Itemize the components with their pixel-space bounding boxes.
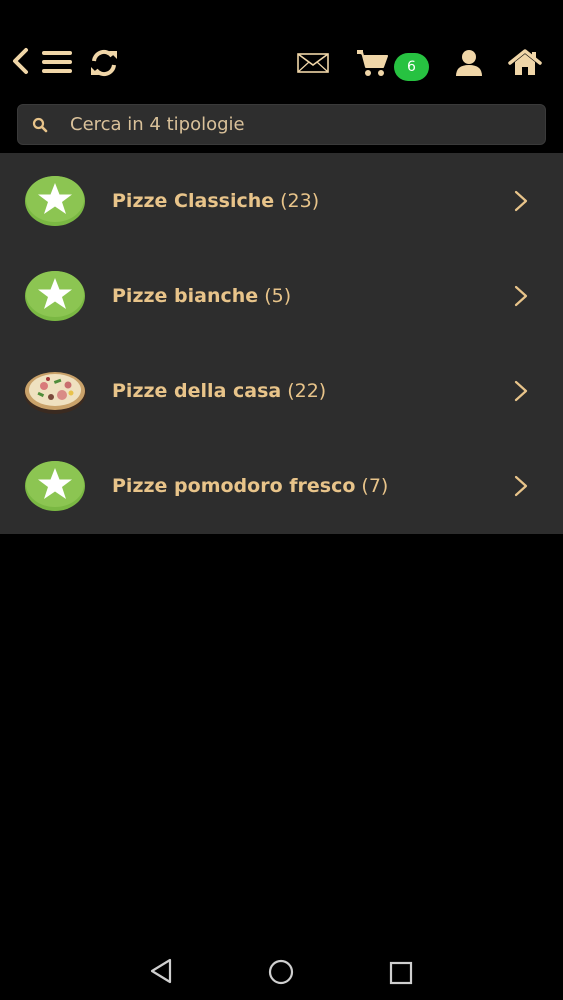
nav-home-icon[interactable]	[268, 959, 294, 989]
star-icon	[24, 270, 86, 322]
category-row-pizze-pomodoro-fresco[interactable]: Pizze pomodoro fresco (7)	[0, 438, 563, 533]
category-count: (5)	[264, 284, 292, 307]
category-row-pizze-della-casa[interactable]: Pizze della casa (22)	[0, 343, 563, 438]
category-count: (7)	[361, 474, 389, 497]
home-icon[interactable]	[508, 48, 542, 78]
star-icon	[24, 175, 86, 227]
mail-icon[interactable]	[296, 52, 330, 74]
chevron-right-icon	[513, 285, 529, 307]
nav-recents-icon[interactable]	[389, 961, 413, 989]
category-row-pizze-classiche[interactable]: Pizze Classiche (23)	[0, 153, 563, 248]
cart-count-badge: 6	[394, 53, 429, 81]
system-nav-bar	[0, 940, 563, 1000]
nav-back-icon[interactable]	[149, 958, 173, 988]
category-label: Pizze Classiche (23)	[112, 189, 320, 212]
category-list: Pizze Classiche (23) Pizze bianche (5) P…	[0, 153, 563, 534]
pizza-photo	[24, 365, 86, 417]
category-label: Pizze della casa (22)	[112, 379, 327, 402]
search-field[interactable]: Cerca in 4 tipologie	[17, 104, 546, 145]
category-count: (23)	[280, 189, 320, 212]
menu-icon[interactable]	[41, 48, 73, 76]
star-icon	[24, 460, 86, 512]
top-bar: 6	[0, 0, 563, 100]
cart-icon[interactable]	[355, 48, 389, 78]
category-label: Pizze pomodoro fresco (7)	[112, 474, 389, 497]
search-icon	[32, 117, 48, 133]
refresh-icon[interactable]	[88, 47, 120, 79]
category-row-pizze-bianche[interactable]: Pizze bianche (5)	[0, 248, 563, 343]
category-count: (22)	[287, 379, 327, 402]
user-icon[interactable]	[454, 48, 484, 78]
chevron-right-icon	[513, 380, 529, 402]
category-label: Pizze bianche (5)	[112, 284, 292, 307]
search-placeholder: Cerca in 4 tipologie	[70, 114, 245, 135]
back-icon[interactable]	[8, 46, 32, 76]
chevron-right-icon	[513, 190, 529, 212]
chevron-right-icon	[513, 475, 529, 497]
